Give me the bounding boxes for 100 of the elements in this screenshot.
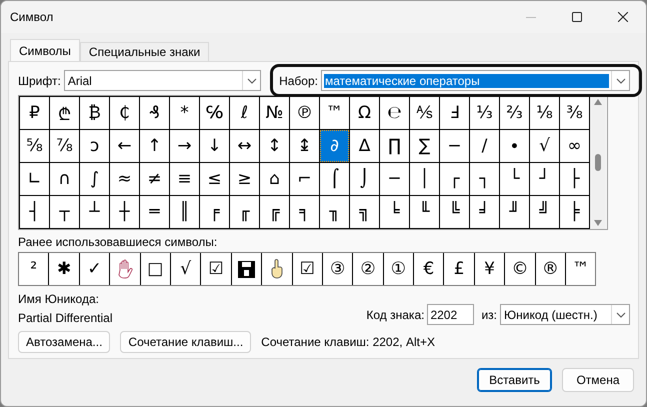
symbol-cell[interactable]: ≤ (200, 163, 229, 195)
symbol-cell[interactable]: * (170, 97, 199, 129)
symbol-cell[interactable]: ③ (322, 253, 352, 285)
symbol-cell[interactable]: ℅ (200, 97, 229, 129)
symbol-cell[interactable]: ═ (140, 196, 169, 228)
symbol-cell[interactable]: ₽ (20, 97, 49, 129)
symbol-cell[interactable]: ∩ (50, 163, 79, 195)
symbol-cell[interactable]: ╗ (350, 196, 379, 228)
symbol-cell[interactable]: √ (170, 253, 200, 285)
symbol-cell[interactable]: ╞ (560, 196, 589, 228)
symbol-cell[interactable]: ⅞ (50, 130, 79, 162)
symbol-cell[interactable]: ™ (566, 253, 596, 285)
symbol-cell[interactable]: ⌐ (290, 163, 319, 195)
autocorrect-button[interactable]: Автозамена... (18, 331, 110, 353)
font-dropdown[interactable]: Arial (64, 70, 262, 91)
symbol-cell[interactable]: ⅍ (410, 97, 439, 129)
symbol-cell[interactable]: ⅓ (470, 97, 499, 129)
hand-icon[interactable] (116, 259, 133, 279)
symbol-cell[interactable]: £ (444, 253, 474, 285)
symbol-cell[interactable]: ⅝ (20, 130, 49, 162)
symbol-cell[interactable]: ╓ (230, 196, 259, 228)
symbol-cell[interactable]: ⌡ (350, 163, 379, 195)
symbol-cell[interactable]: ↑ (140, 130, 169, 162)
symbol-cell[interactable]: ╚ (440, 196, 469, 228)
symbol-cell[interactable]: ╛ (470, 196, 499, 228)
symbol-cell[interactable]: ┴ (80, 196, 109, 228)
symbol-cell[interactable]: ☑ (201, 253, 231, 285)
symbol-cell[interactable]: © (505, 253, 535, 285)
tab[interactable]: Специальные знаки (80, 42, 210, 61)
symbol-cell[interactable]: ① (384, 253, 414, 285)
symbol-cell[interactable]: Ω (350, 97, 379, 129)
symbol-cell[interactable]: → (170, 130, 199, 162)
symbol-cell[interactable]: ✱ (49, 253, 79, 285)
shortcut-key-button[interactable]: Сочетание клавиш... (120, 331, 252, 353)
symbol-cell[interactable]: Ⅎ (440, 97, 469, 129)
symbol-cell[interactable]: ₿ (80, 97, 109, 129)
symbol-cell[interactable]: ℮ (380, 97, 409, 129)
symbol-cell[interactable]: ✓ (80, 253, 110, 285)
symbol-cell[interactable]: ║ (170, 196, 199, 228)
scroll-up-icon[interactable] (594, 99, 602, 105)
symbol-cell[interactable]: ≈ (110, 163, 139, 195)
set-dropdown[interactable]: математические операторы (321, 70, 630, 91)
symbol-cell[interactable]: ╖ (320, 196, 349, 228)
symbol-cell[interactable]: ® (536, 253, 566, 285)
code-field[interactable]: 2202 (427, 304, 474, 325)
symbol-cell[interactable]: ├ (560, 163, 589, 195)
symbol-cell[interactable]: ┐ (470, 163, 499, 195)
symbol-cell[interactable]: € (414, 253, 444, 285)
symbol-cell[interactable]: ╔ (260, 196, 289, 228)
tab[interactable]: Символы (10, 39, 80, 61)
symbol-cell[interactable]: ∟ (20, 163, 49, 195)
scrollbar-thumb[interactable] (595, 154, 601, 171)
symbol-cell[interactable]: ² (19, 253, 48, 285)
symbol-cell[interactable]: − (440, 130, 469, 162)
symbol-cell[interactable]: √ (530, 130, 559, 162)
symbol-cell[interactable]: ↨ (290, 130, 319, 162)
symbol-cell[interactable]: ☑ (292, 253, 322, 285)
symbol-cell[interactable]: ₵ (110, 97, 139, 129)
symbol-cell[interactable]: ╘ (380, 196, 409, 228)
symbol-cell[interactable]: ┌ (440, 163, 469, 195)
scrollbar[interactable] (590, 96, 606, 229)
symbol-cell[interactable]: ≠ (140, 163, 169, 195)
symbol-cell[interactable]: ⅜ (560, 97, 589, 129)
symbol-cell[interactable]: ₰ (140, 97, 169, 129)
scroll-down-icon[interactable] (594, 220, 602, 226)
pointing-hand-icon[interactable] (270, 259, 283, 279)
symbol-cell[interactable]: ─ (380, 163, 409, 195)
symbol-cell[interactable]: ∞ (560, 130, 589, 162)
symbol-cell[interactable]: ② (353, 253, 383, 285)
symbol-cell[interactable]: ℓ (230, 97, 259, 129)
symbol-cell[interactable]: ∂ (320, 130, 349, 162)
symbol-cell[interactable]: ╝ (530, 196, 559, 228)
symbol-cell[interactable]: ↓ (200, 130, 229, 162)
symbol-cell[interactable]: ∫ (80, 163, 109, 195)
symbol-cell[interactable]: ← (110, 130, 139, 162)
symbol-cell[interactable]: ╙ (410, 196, 439, 228)
symbol-cell[interactable]: ≡ (170, 163, 199, 195)
symbol-cell[interactable]: ⅛ (530, 97, 559, 129)
symbol-cell[interactable]: │ (410, 163, 439, 195)
symbol-cell[interactable]: № (260, 97, 289, 129)
from-dropdown[interactable]: Юникод (шестн.) (500, 304, 630, 325)
symbol-cell[interactable]: ┬ (50, 196, 79, 228)
symbol-cell[interactable]: ∕ (470, 130, 499, 162)
symbol-cell[interactable]: └ (500, 163, 529, 195)
symbol-cell[interactable]: ╒ (200, 196, 229, 228)
symbol-cell[interactable]: ╜ (500, 196, 529, 228)
symbol-cell[interactable]: ⅔ (500, 97, 529, 129)
symbol-cell[interactable]: ₾ (50, 97, 79, 129)
symbol-cell[interactable]: ∆ (350, 130, 379, 162)
symbol-cell[interactable]: ∑ (410, 130, 439, 162)
symbol-cell[interactable]: ↔ (230, 130, 259, 162)
symbol-cell[interactable]: ⌠ (320, 163, 349, 195)
symbol-cell[interactable]: ╕ (290, 196, 319, 228)
symbol-cell[interactable]: ∏ (380, 130, 409, 162)
symbol-cell[interactable]: ┼ (110, 196, 139, 228)
symbol-cell[interactable]: ™ (320, 97, 349, 129)
symbol-cell[interactable]: ¥ (474, 253, 504, 285)
dialog-button[interactable]: Отмена (562, 368, 634, 392)
symbol-cell[interactable]: ⌂ (260, 163, 289, 195)
symbol-cell[interactable]: ↕ (260, 130, 289, 162)
